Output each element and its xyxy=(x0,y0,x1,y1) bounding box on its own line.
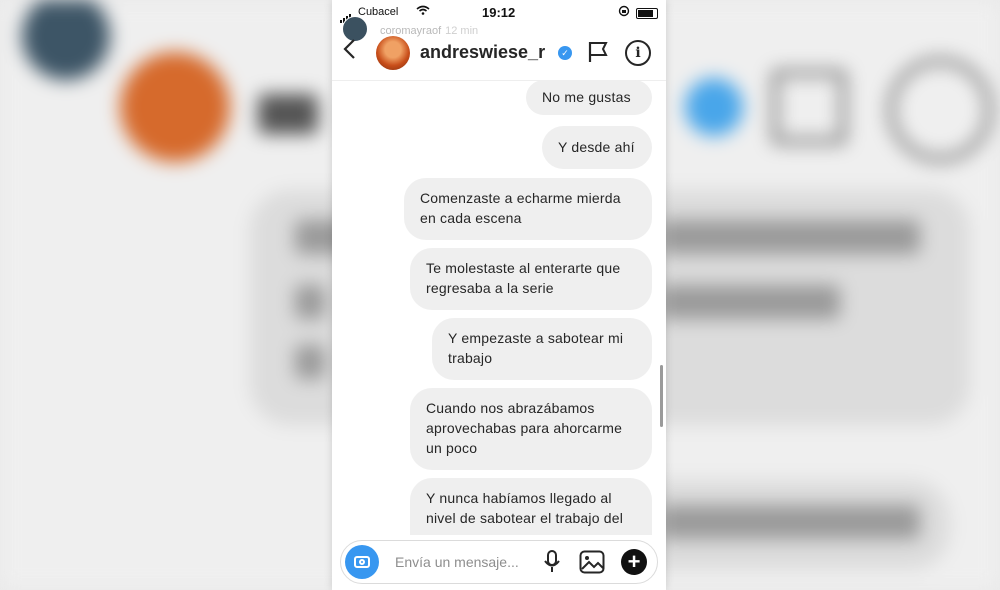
battery-icon xyxy=(636,8,658,19)
message-bubble: Comenzaste a echarme mierda en cada esce… xyxy=(404,178,652,240)
plus-icon[interactable]: + xyxy=(621,549,647,575)
message-bubble: Y empezaste a sabotear mi trabajo xyxy=(432,318,652,380)
message-list[interactable]: No me gustas Y desde ahí Comenzaste a ec… xyxy=(332,80,666,535)
message-bubble: Te molestaste al enterarte que regresaba… xyxy=(410,248,652,310)
back-icon[interactable] xyxy=(342,38,356,64)
carrier-name: Cubacel xyxy=(358,6,399,18)
message-composer: Envía un mensaje... + xyxy=(340,540,658,584)
message-bubble: No me gustas xyxy=(526,80,652,115)
status-bar: Cubacel 19:12 xyxy=(332,0,666,24)
verified-icon: ✓ xyxy=(558,46,572,60)
phone-screen: Cubacel 19:12 coromayraof 12 min andreswi… xyxy=(332,0,666,590)
scrollbar[interactable] xyxy=(660,365,663,427)
mic-icon[interactable] xyxy=(543,550,561,579)
avatar[interactable] xyxy=(376,36,410,70)
message-bubble: Y desde ahí xyxy=(542,126,652,169)
message-bubble: Y nunca habíamos llegado al nivel de sab… xyxy=(410,478,652,535)
message-bubble: Cuando nos abrazábamos aprovechabas para… xyxy=(410,388,652,470)
flag-icon[interactable] xyxy=(587,40,609,69)
clock: 19:12 xyxy=(482,5,516,20)
chat-header: andreswiese_r ✓ i xyxy=(332,30,666,81)
info-icon[interactable]: i xyxy=(625,40,651,66)
wifi-icon xyxy=(416,5,430,18)
camera-icon[interactable] xyxy=(345,545,379,579)
message-input[interactable]: Envía un mensaje... xyxy=(395,554,519,570)
chat-username[interactable]: andreswiese_r xyxy=(420,42,545,63)
rotation-lock-icon xyxy=(618,5,630,20)
gallery-icon[interactable] xyxy=(579,550,605,579)
